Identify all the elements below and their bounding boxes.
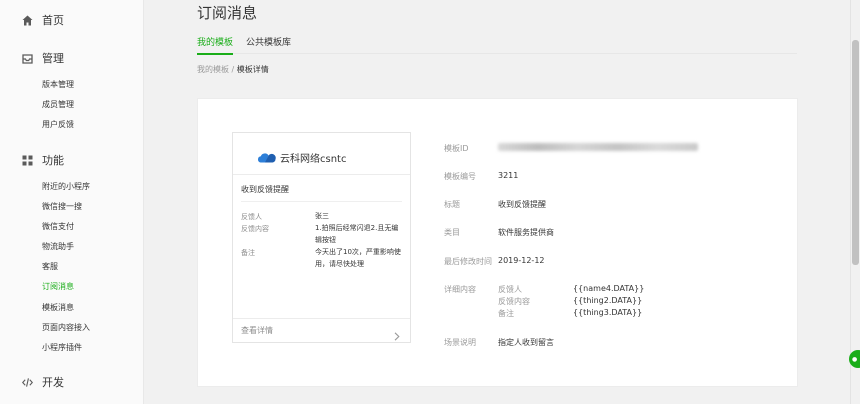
content-label: 详细内容 [444, 285, 476, 294]
sidebar-section-home[interactable]: 首页 [22, 12, 64, 28]
template-detail-card: 云科网络csntc 收到反馈提醒 反馈人 张三 反馈内容 1.拍照后经常闪退2.… [197, 98, 798, 387]
sidebar-item-members[interactable]: 成员管理 [42, 100, 74, 110]
sidebar-section-manage[interactable]: 管理 [22, 50, 64, 66]
category-label: 类目 [444, 228, 460, 237]
code-icon [22, 377, 33, 388]
tab-public-library[interactable]: 公共模板库 [246, 37, 291, 49]
sidebar-item-search[interactable]: 微信搜一搜 [42, 202, 82, 212]
breadcrumb-current: 模板详情 [236, 65, 269, 74]
breadcrumb-separator: / [231, 65, 235, 74]
sidebar-section-features[interactable]: 功能 [22, 152, 64, 168]
sidebar-item-service[interactable]: 客服 [42, 262, 58, 272]
help-icon: ● [852, 355, 858, 363]
preview-field-value: 今天出了10次，严重影响使用，请尽快处理 [315, 248, 401, 268]
template-no-value: 3211 [498, 171, 519, 180]
sidebar-section-develop[interactable]: 开发 [22, 374, 64, 390]
template-preview: 云科网络csntc 收到反馈提醒 反馈人 张三 反馈内容 1.拍照后经常闪退2.… [232, 132, 411, 343]
sidebar-item-pay[interactable]: 微信支付 [42, 222, 74, 232]
content-field-key: 反馈内容 [498, 297, 530, 306]
sidebar-section-label: 管理 [42, 52, 64, 65]
breadcrumb-parent[interactable]: 我的模板 [197, 65, 229, 74]
preview-brand-name: 云科网络csntc [280, 154, 347, 165]
chevron-right-icon [394, 326, 400, 345]
sidebar-item-plugins[interactable]: 小程序插件 [42, 343, 82, 353]
grid-icon [22, 155, 33, 166]
preview-field-value: 张三 [315, 212, 329, 220]
modified-value: 2019-12-12 [498, 256, 545, 265]
scrollbar-thumb[interactable] [852, 40, 859, 265]
sidebar-item-template-msg[interactable]: 模板消息 [42, 303, 74, 313]
tab-my-templates[interactable]: 我的模板 [197, 37, 234, 55]
preview-view-details[interactable]: 查看详情 [233, 318, 410, 342]
home-icon [22, 15, 33, 26]
preview-title: 收到反馈提醒 [241, 185, 289, 194]
preview-field-value: 1.拍照后经常闪退2.且无编辑按钮 [315, 224, 399, 244]
preview-brand: 云科网络csntc [257, 148, 346, 167]
preview-header: 云科网络csntc [233, 133, 410, 175]
template-id-value-redacted [498, 143, 698, 151]
sidebar-section-label: 开发 [42, 376, 64, 389]
view-details-label: 查看详情 [241, 326, 273, 335]
category-value: 软件服务提供商 [498, 228, 554, 237]
content-field-value: {{name4.DATA}} [573, 284, 645, 293]
breadcrumb: 我的模板 / 模板详情 [197, 64, 269, 75]
floating-help-button[interactable]: ● [849, 350, 860, 368]
preview-field-key: 反馈内容 [241, 225, 269, 233]
page-title: 订阅消息 [197, 4, 258, 22]
modified-label: 最后修改时间 [444, 257, 492, 266]
sidebar: 首页 管理 版本管理 成员管理 用户反馈 功能 附近的小程序 微信搜一搜 微信支… [0, 0, 144, 404]
preview-field-key: 备注 [241, 249, 255, 257]
preview-divider [241, 201, 402, 202]
sidebar-item-page-content[interactable]: 页面内容接入 [42, 323, 90, 333]
sidebar-section-label: 功能 [42, 154, 64, 167]
template-id-label: 模板ID [444, 144, 469, 153]
sidebar-item-feedback[interactable]: 用户反馈 [42, 120, 74, 130]
sidebar-section-label: 首页 [42, 14, 64, 27]
sidebar-item-version[interactable]: 版本管理 [42, 80, 74, 90]
inbox-icon [22, 53, 33, 64]
cloud-logo-icon [257, 148, 276, 167]
preview-field-key: 反馈人 [241, 213, 262, 221]
content-field-value: {{thing2.DATA}} [573, 296, 643, 305]
scene-value: 指定人收到留言 [498, 338, 554, 347]
content-field-key: 备注 [498, 309, 514, 318]
content-field-value: {{thing3.DATA}} [573, 308, 643, 317]
title-label: 标题 [444, 200, 460, 209]
sidebar-item-subscribe[interactable]: 订阅消息 [42, 282, 74, 292]
sidebar-item-nearby[interactable]: 附近的小程序 [42, 182, 90, 192]
tab-bar: 我的模板 公共模板库 [197, 37, 797, 55]
scene-label: 场景说明 [444, 338, 476, 347]
content-field-key: 反馈人 [498, 285, 522, 294]
title-value: 收到反馈提醒 [498, 200, 546, 209]
sidebar-item-logistics[interactable]: 物流助手 [42, 242, 74, 252]
template-no-label: 模板编号 [444, 172, 476, 181]
